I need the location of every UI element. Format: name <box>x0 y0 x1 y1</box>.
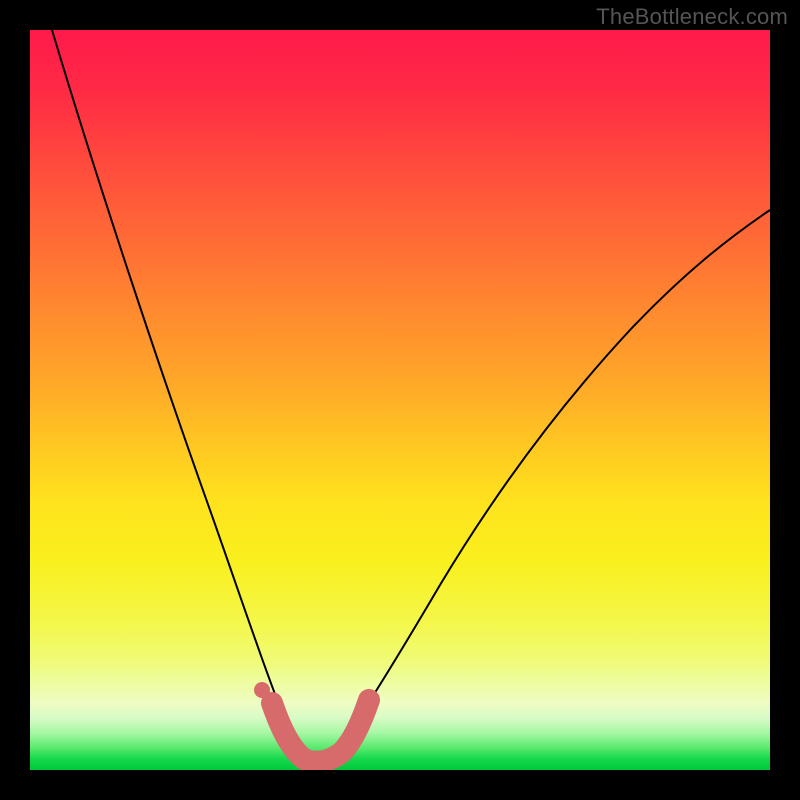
optimal-dot-marker <box>254 682 270 698</box>
chart-root: TheBottleneck.com <box>0 0 800 800</box>
watermark-text: TheBottleneck.com <box>596 4 788 30</box>
curve-left-branch <box>52 30 313 763</box>
curve-right-branch <box>327 210 770 763</box>
plot-area <box>30 30 770 770</box>
bottleneck-curve-svg <box>30 30 770 770</box>
optimal-band-marker <box>272 700 369 762</box>
